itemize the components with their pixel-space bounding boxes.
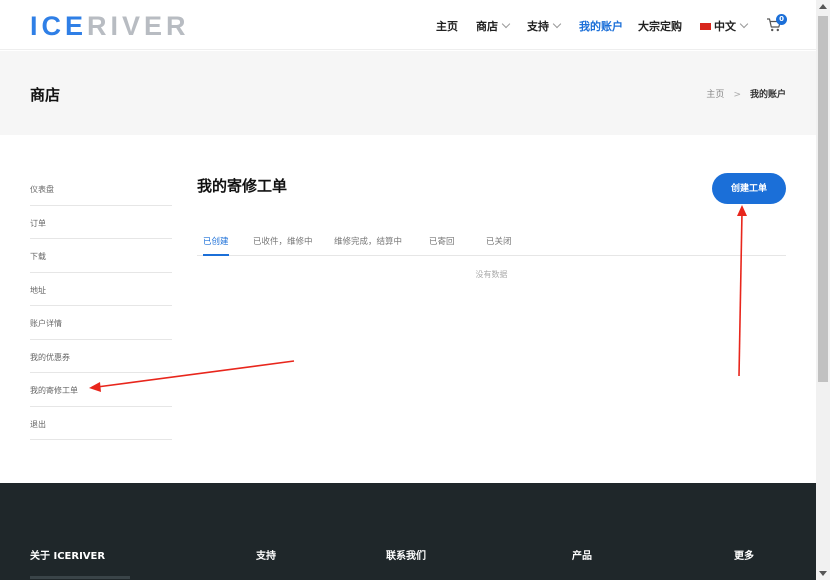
arrow-to-sidebar-repair	[89, 360, 295, 392]
annotation-arrows	[89, 205, 747, 392]
page-scrollbar[interactable]	[816, 0, 830, 580]
scroll-down-arrow-icon[interactable]	[819, 571, 827, 576]
arrow-to-create-button	[737, 205, 747, 377]
scrollbar-thumb[interactable]	[818, 16, 828, 382]
scroll-up-arrow-icon[interactable]	[819, 4, 827, 9]
